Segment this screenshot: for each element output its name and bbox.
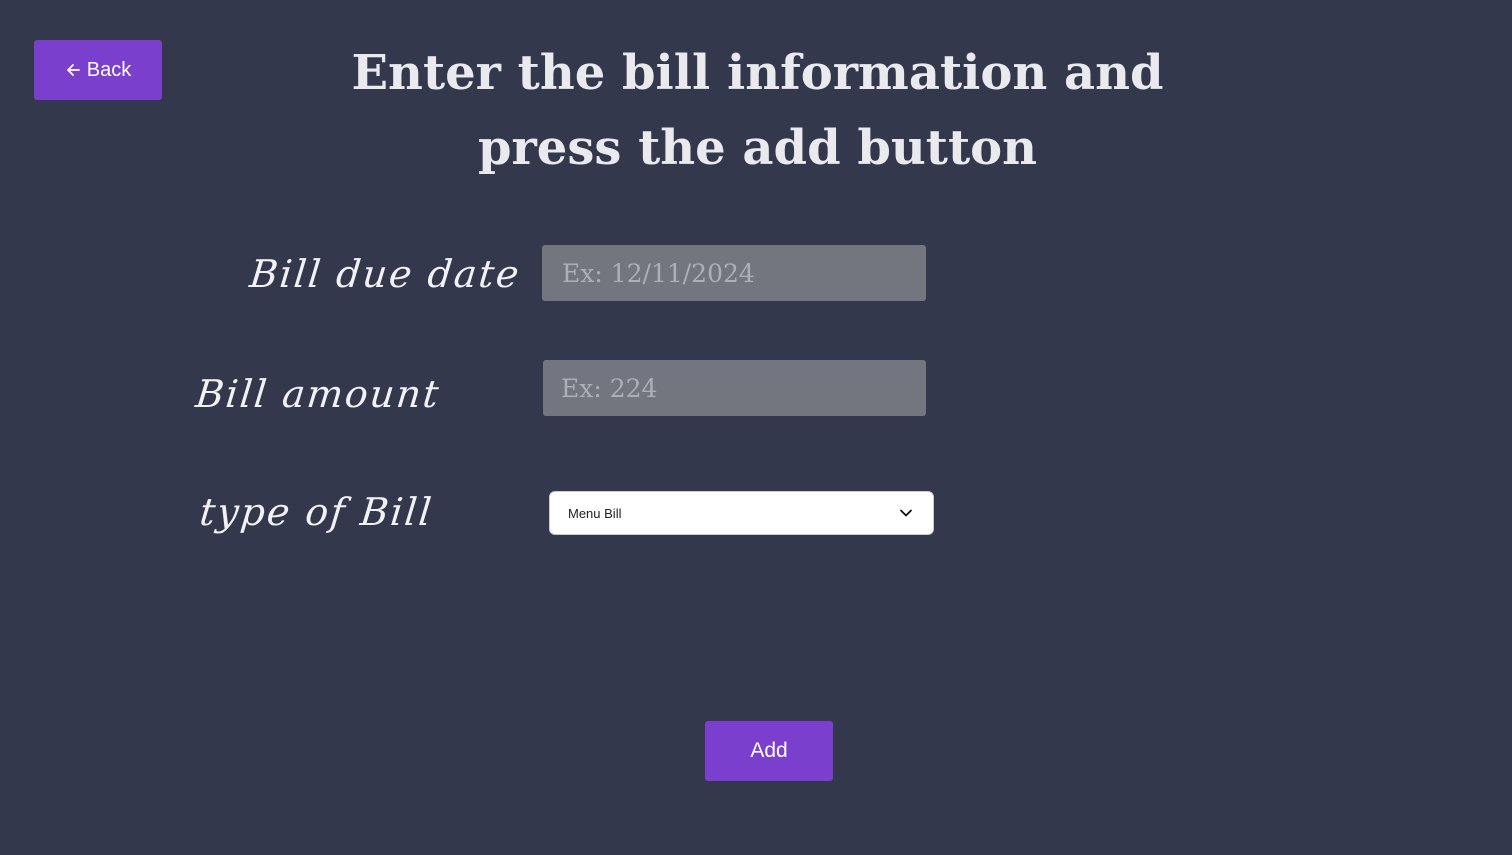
amount-label: Bill amount bbox=[193, 372, 443, 416]
back-button-label: Back bbox=[86, 58, 132, 81]
bill-type-label: type of Bill bbox=[197, 490, 436, 534]
bill-type-select[interactable]: Menu Bill bbox=[549, 491, 934, 535]
due-date-label: Bill due date bbox=[247, 252, 523, 296]
add-button[interactable]: Add bbox=[705, 721, 833, 781]
arrow-left-icon bbox=[65, 62, 81, 78]
page-title: Enter the bill information and press the… bbox=[351, 45, 1164, 176]
due-date-input[interactable] bbox=[542, 245, 926, 301]
chevron-down-icon bbox=[899, 506, 913, 520]
back-button[interactable]: Back bbox=[34, 40, 162, 100]
amount-input[interactable] bbox=[543, 360, 926, 416]
bill-type-selected-value: Menu Bill bbox=[568, 505, 622, 521]
